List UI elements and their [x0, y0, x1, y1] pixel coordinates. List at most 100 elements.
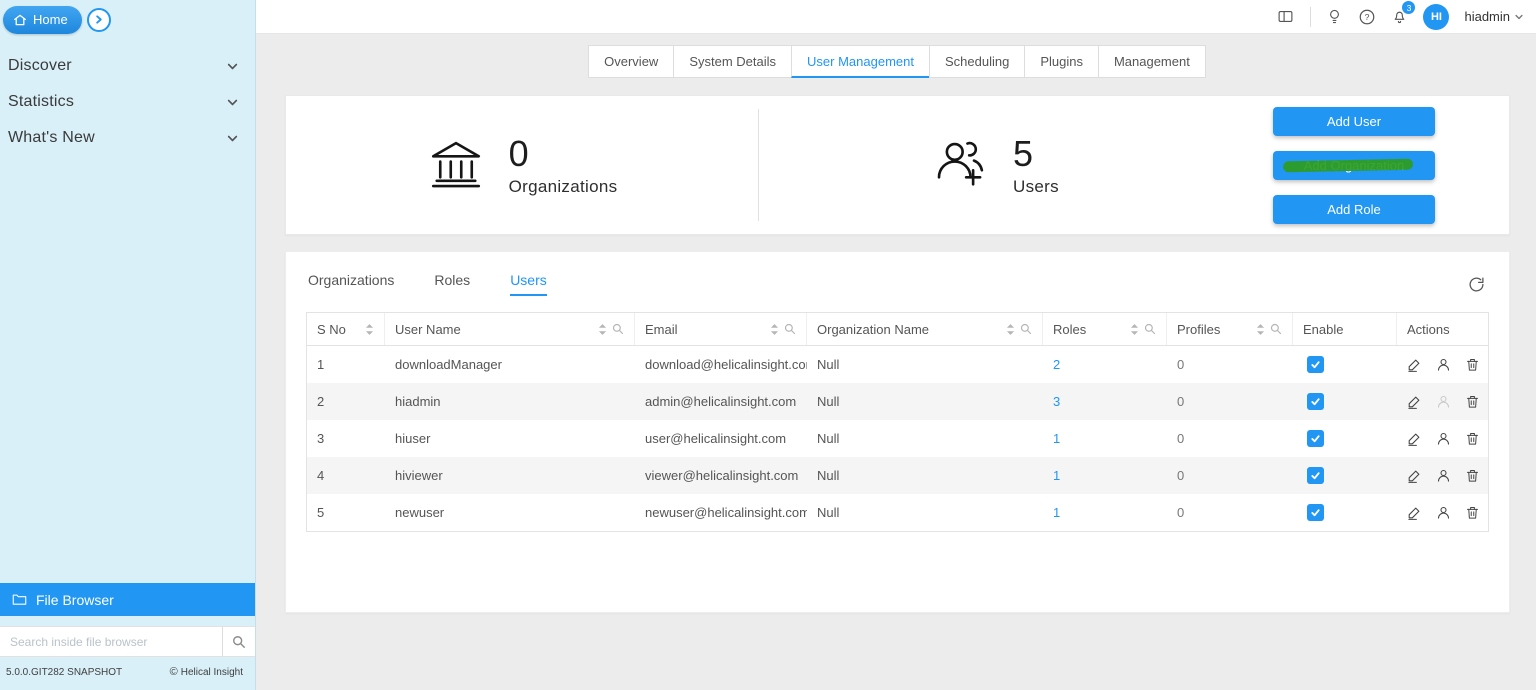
cell-sno: 1 [307, 357, 385, 372]
cell-sno: 5 [307, 505, 385, 520]
subtab-users[interactable]: Users [510, 272, 547, 296]
column-header-sno[interactable]: S No [307, 313, 385, 345]
subtab-label: Users [510, 272, 547, 288]
lightbulb-icon [1326, 7, 1343, 26]
sort-icon[interactable] [1130, 323, 1139, 336]
user-roles-icon[interactable] [1436, 431, 1451, 446]
sidebar-footer: 5.0.0.GIT282 SNAPSHOT © Helical Insight [0, 657, 255, 690]
ideas-button[interactable] [1326, 7, 1343, 26]
delete-user-icon[interactable] [1465, 468, 1480, 483]
sort-icon[interactable] [770, 323, 779, 336]
tab-plugins[interactable]: Plugins [1024, 45, 1099, 78]
subtab-roles[interactable]: Roles [434, 272, 470, 296]
delete-user-icon[interactable] [1465, 357, 1480, 372]
column-search-icon[interactable] [1144, 323, 1156, 335]
tab-scheduling[interactable]: Scheduling [929, 45, 1025, 78]
tab-user-management[interactable]: User Management [791, 45, 930, 78]
cell-roles: 1 [1043, 505, 1167, 520]
delete-user-icon[interactable] [1465, 505, 1480, 520]
refresh-icon [1468, 276, 1485, 293]
subtabs: Organizations Roles Users [286, 252, 1509, 306]
cell-username: hiuser [385, 431, 635, 446]
add-role-button[interactable]: Add Role [1273, 195, 1435, 224]
layout-toggle-button[interactable] [1276, 8, 1295, 25]
sort-icon[interactable] [1256, 323, 1265, 336]
enable-checkbox[interactable] [1307, 393, 1324, 410]
edit-user-icon[interactable] [1407, 505, 1422, 520]
cell-username: hiadmin [385, 394, 635, 409]
column-search-icon[interactable] [612, 323, 624, 335]
help-icon: ? [1358, 8, 1376, 26]
user-roles-icon[interactable] [1436, 505, 1451, 520]
cell-profiles: 0 [1167, 431, 1293, 446]
sort-icon[interactable] [598, 323, 607, 336]
avatar[interactable]: HI [1423, 4, 1449, 30]
user-roles-icon[interactable] [1436, 357, 1451, 372]
subtab-label: Roles [434, 272, 470, 288]
column-label: Organization Name [817, 322, 929, 337]
user-menu[interactable]: hiadmin [1464, 9, 1524, 24]
edit-user-icon[interactable] [1407, 431, 1422, 446]
table-header: S No User Name Email [307, 313, 1488, 346]
column-header-roles[interactable]: Roles [1043, 313, 1167, 345]
tab-management[interactable]: Management [1098, 45, 1206, 78]
column-search-icon[interactable] [1020, 323, 1032, 335]
subtab-organizations[interactable]: Organizations [308, 272, 394, 296]
user-roles-icon[interactable] [1436, 468, 1451, 483]
organizations-stat: 0 Organizations [286, 133, 758, 197]
enable-checkbox[interactable] [1307, 504, 1324, 521]
cell-organization: Null [807, 357, 1043, 372]
add-user-button[interactable]: Add User [1273, 107, 1435, 136]
refresh-button[interactable] [1468, 276, 1485, 293]
highlight-marker [1283, 158, 1413, 172]
sort-icon[interactable] [1006, 323, 1015, 336]
enable-checkbox[interactable] [1307, 467, 1324, 484]
chevron-down-icon [226, 60, 239, 73]
home-icon [13, 13, 27, 27]
column-header-profiles[interactable]: Profiles [1167, 313, 1293, 345]
cell-roles: 1 [1043, 468, 1167, 483]
tab-label: User Management [807, 54, 914, 69]
edit-user-icon[interactable] [1407, 394, 1422, 409]
cell-sno: 4 [307, 468, 385, 483]
edit-user-icon[interactable] [1407, 468, 1422, 483]
folder-icon [12, 593, 27, 606]
layout-icon [1276, 8, 1295, 25]
delete-user-icon[interactable] [1465, 431, 1480, 446]
sidebar-item-discover[interactable]: Discover [0, 48, 255, 84]
column-search-icon[interactable] [784, 323, 796, 335]
column-header-username[interactable]: User Name [385, 313, 635, 345]
column-label: S No [317, 322, 346, 337]
topbar: ? 3 HI hiadmin [256, 0, 1536, 34]
row-actions [1407, 394, 1478, 409]
delete-user-icon[interactable] [1465, 394, 1480, 409]
column-search-icon[interactable] [1270, 323, 1282, 335]
users-count: 5 [1013, 133, 1059, 175]
file-browser-search-button[interactable] [222, 627, 255, 656]
brand-label: Helical Insight [181, 667, 243, 678]
column-header-organization[interactable]: Organization Name [807, 313, 1043, 345]
file-browser-button[interactable]: File Browser [0, 583, 255, 616]
notification-badge: 3 [1402, 1, 1415, 14]
add-organization-button[interactable]: Add Organization [1273, 151, 1435, 180]
sidebar-expand-button[interactable] [87, 8, 111, 32]
user-table-card: Organizations Roles Users S No [285, 251, 1510, 613]
column-header-actions: Actions [1397, 313, 1488, 345]
sort-icon[interactable] [365, 323, 374, 336]
edit-user-icon[interactable] [1407, 357, 1422, 372]
tab-system-details[interactable]: System Details [673, 45, 792, 78]
file-browser-search-input[interactable] [0, 627, 222, 656]
cell-email: viewer@helicalinsight.com [635, 468, 807, 483]
help-button[interactable]: ? [1358, 8, 1376, 26]
sidebar-item-statistics[interactable]: Statistics [0, 84, 255, 120]
column-header-email[interactable]: Email [635, 313, 807, 345]
svg-text:?: ? [1365, 12, 1370, 22]
tab-overview[interactable]: Overview [588, 45, 674, 78]
home-button[interactable]: Home [3, 6, 82, 34]
sidebar-item-whats-new[interactable]: What's New [0, 120, 255, 156]
enable-checkbox[interactable] [1307, 430, 1324, 447]
enable-checkbox[interactable] [1307, 356, 1324, 373]
column-label: User Name [395, 322, 461, 337]
notifications-button[interactable]: 3 [1391, 7, 1408, 26]
column-label: Roles [1053, 322, 1086, 337]
